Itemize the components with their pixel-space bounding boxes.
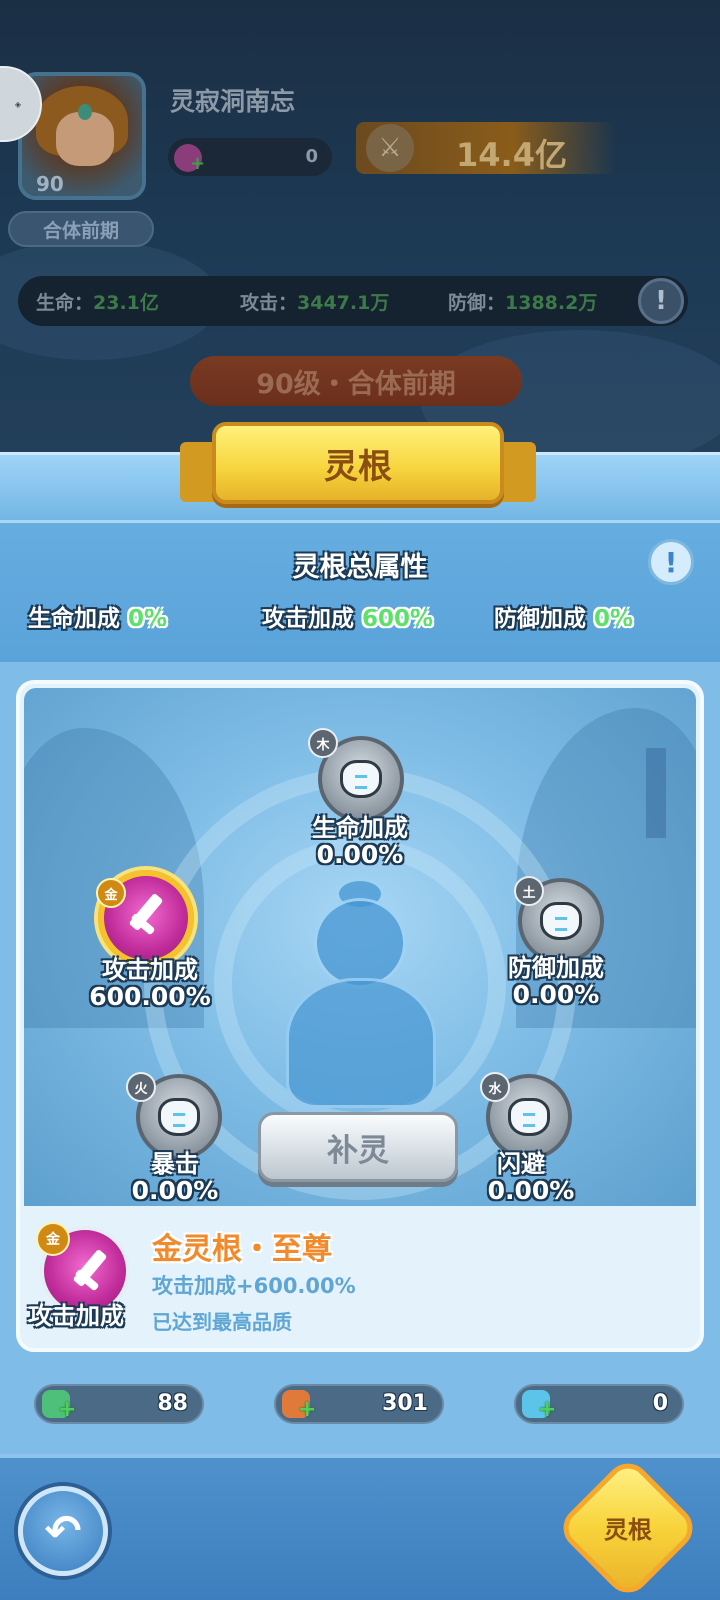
add-icon: + <box>538 1397 557 1422</box>
assistant-icon: ◈ <box>14 99 22 109</box>
realm-badge: 合体前期 <box>8 211 154 247</box>
resource-blue-pill[interactable]: + 0 <box>514 1384 684 1424</box>
combat-power-value: 14.4亿 <box>456 136 567 174</box>
water-node-label: 闪避 <box>497 1150 545 1178</box>
fire-root-icon <box>158 1098 200 1136</box>
sword-icon <box>70 1250 110 1294</box>
stat-defense: 防御：1388.2万 <box>448 288 597 315</box>
spirit-resource-pill[interactable]: + 0 <box>168 138 332 176</box>
avatar-gem <box>78 104 92 120</box>
selected-root-quality: 已达到最高品质 <box>152 1310 292 1334</box>
stat-hp: 生命：23.1亿 <box>36 288 159 315</box>
node-fire[interactable]: 火 暴击 0.00% <box>110 1070 240 1210</box>
info-icon[interactable]: ! <box>648 539 694 585</box>
add-icon: + <box>298 1397 317 1422</box>
water-root-icon <box>508 1098 550 1136</box>
stat-hp-value: 23.1亿 <box>93 292 159 314</box>
hero-info-area: 90 ◈ 合体前期 灵寂洞南忘 + 0 ⚔ 14.4亿 生命：23.1亿 攻击：… <box>0 0 720 452</box>
earth-node-value: 0.00% <box>512 980 600 1009</box>
stat-attack-value: 3447.1万 <box>297 292 390 314</box>
resource-orange-pill[interactable]: + 301 <box>274 1384 444 1424</box>
sage-body <box>286 978 436 1108</box>
meditating-sage <box>286 878 436 1108</box>
total-attack-bonus: 攻击加成 600% <box>262 599 433 633</box>
fire-node-value: 0.00% <box>131 1176 219 1205</box>
total-hp-bonus-label: 生命加成 <box>28 606 120 632</box>
wood-root-icon <box>340 760 382 798</box>
node-metal[interactable]: 金 攻击加成 600.00% <box>70 866 230 1016</box>
element-earth-badge: 土 <box>514 876 544 906</box>
node-earth[interactable]: 土 防御加成 0.00% <box>482 874 630 1014</box>
metal-node-value: 600.00% <box>89 982 211 1011</box>
selected-root-detail: 金 攻击加成 金灵根・至尊 攻击加成+600.00% 已达到最高品质 <box>20 1208 700 1348</box>
total-attributes-header: 灵根总属性 ! 生命加成 0% 攻击加成 600% 防御加成 0% <box>0 520 720 662</box>
sword-icon <box>126 894 166 938</box>
stat-attack: 攻击：3447.1万 <box>240 288 389 315</box>
wood-node-value: 0.00% <box>316 840 404 869</box>
player-name: 灵寂洞南忘 <box>170 87 296 116</box>
refill-spirit-button[interactable]: 补灵 <box>258 1112 458 1182</box>
panel-title: 灵根 <box>212 422 504 504</box>
element-metal-badge: 金 <box>96 878 126 908</box>
back-arrow-icon[interactable]: ↶ <box>18 1486 108 1576</box>
stats-info-icon[interactable]: ! <box>638 278 684 324</box>
total-defense-bonus-label: 防御加成 <box>494 606 586 632</box>
selected-root-bonus: 攻击加成+600.00% <box>152 1274 356 1298</box>
total-attack-bonus-value: 600% <box>362 606 434 632</box>
selected-root-label: 攻击加成 <box>28 1302 124 1330</box>
crossed-swords-icon: ⚔ <box>366 124 414 172</box>
element-fire-badge: 火 <box>126 1072 156 1102</box>
add-icon: + <box>190 153 206 174</box>
node-wood[interactable]: 木 生命加成 0.00% <box>286 728 434 869</box>
resource-green-value: 88 <box>157 1391 188 1416</box>
selected-root-name: 金灵根・至尊 <box>152 1232 332 1267</box>
stat-hp-label: 生命： <box>36 292 94 314</box>
stat-defense-label: 防御： <box>448 292 506 314</box>
earth-node-label: 防御加成 <box>508 954 604 982</box>
element-wood-badge: 木 <box>308 728 338 758</box>
total-attributes-title: 灵根总属性 <box>292 552 428 583</box>
stat-attack-label: 攻击： <box>240 292 298 314</box>
pagoda-silhouette <box>646 748 666 838</box>
resource-green-pill[interactable]: + 88 <box>34 1384 204 1424</box>
stats-bar: 生命：23.1亿 攻击：3447.1万 防御：1388.2万 ! <box>18 276 688 326</box>
stat-defense-value: 1388.2万 <box>505 292 598 314</box>
metal-node-label: 攻击加成 <box>102 956 198 984</box>
resource-orange-value: 301 <box>382 1391 428 1416</box>
avatar-face <box>56 112 114 166</box>
add-icon: + <box>58 1397 77 1422</box>
spirit-resource-value: 0 <box>305 146 318 167</box>
total-defense-bonus: 防御加成 0% <box>494 599 633 633</box>
level-realm-banner: 90级・合体前期 <box>190 356 522 406</box>
wood-node-label: 生命加成 <box>312 814 408 842</box>
element-metal-badge: 金 <box>36 1222 70 1256</box>
hero-level: 90 <box>36 172 64 196</box>
total-defense-bonus-value: 0% <box>594 606 634 632</box>
total-attack-bonus-label: 攻击加成 <box>262 606 354 632</box>
combat-power-bar: ⚔ 14.4亿 <box>356 122 616 174</box>
node-water[interactable]: 水 闪避 0.00% <box>466 1070 596 1210</box>
fire-node-label: 暴击 <box>151 1150 199 1178</box>
earth-root-icon <box>540 902 582 940</box>
linggen-tab-label: 灵根 <box>604 1516 652 1544</box>
total-hp-bonus: 生命加成 0% <box>28 599 167 633</box>
sage-head <box>314 898 406 988</box>
element-water-badge: 水 <box>480 1072 510 1102</box>
resource-blue-value: 0 <box>652 1391 668 1416</box>
total-hp-bonus-value: 0% <box>128 606 168 632</box>
water-node-value: 0.00% <box>487 1176 575 1205</box>
